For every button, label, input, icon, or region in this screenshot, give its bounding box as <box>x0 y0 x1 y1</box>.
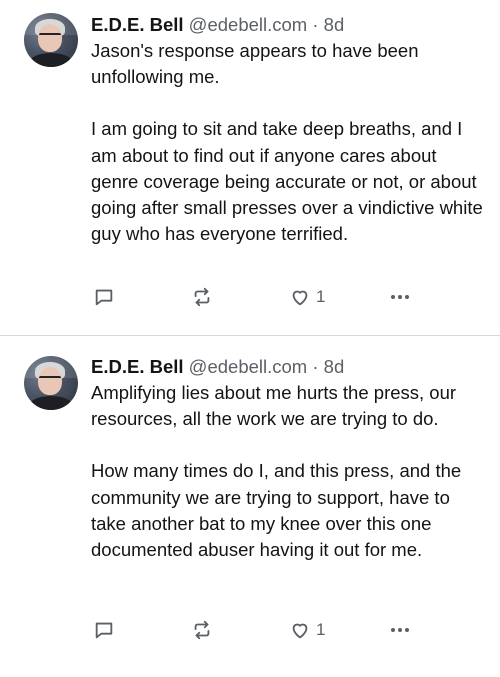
post-actions: 1 <box>92 619 412 643</box>
more-button[interactable] <box>388 619 412 641</box>
reply-icon <box>93 286 115 308</box>
header-separator: · <box>312 356 319 377</box>
author-name[interactable]: E.D.E. Bell <box>91 356 184 377</box>
author-handle[interactable]: @edebell.com <box>189 14 308 35</box>
boost-button[interactable] <box>191 619 213 641</box>
avatar[interactable] <box>24 356 78 410</box>
heart-icon <box>289 619 311 641</box>
author-handle[interactable]: @edebell.com <box>189 356 308 377</box>
author-name[interactable]: E.D.E. Bell <box>91 14 184 35</box>
header-separator: · <box>312 14 319 35</box>
post-actions: 1 <box>92 286 412 310</box>
more-button[interactable] <box>388 286 412 308</box>
post-feed: E.D.E. Bell @edebell.com · 8d Jason's re… <box>0 0 500 677</box>
post-content: Jason's response appears to have been un… <box>91 38 486 247</box>
favorite-count: 1 <box>316 287 326 306</box>
reply-button[interactable] <box>93 619 115 641</box>
post-timestamp[interactable]: 8d <box>324 356 345 377</box>
favorite-count: 1 <box>316 620 326 639</box>
post[interactable]: E.D.E. Bell @edebell.com · 8d Jason's re… <box>0 0 500 323</box>
post-paragraph: Jason's response appears to have been un… <box>91 40 419 88</box>
post-header: E.D.E. Bell @edebell.com · 8d <box>91 12 482 38</box>
heart-icon <box>289 286 311 308</box>
favorite-button[interactable]: 1 <box>289 286 325 308</box>
reply-icon <box>93 619 115 641</box>
more-icon <box>388 619 412 641</box>
boost-button[interactable] <box>191 286 213 308</box>
reply-button[interactable] <box>93 286 115 308</box>
post-header: E.D.E. Bell @edebell.com · 8d <box>91 354 482 380</box>
boost-icon <box>191 619 213 641</box>
more-icon <box>388 286 412 308</box>
post-paragraph: How many times do I, and this press, and… <box>91 460 462 561</box>
post-timestamp[interactable]: 8d <box>324 14 345 35</box>
post-content: Amplifying lies about me hurts the press… <box>91 380 486 563</box>
boost-icon <box>191 286 213 308</box>
avatar[interactable] <box>24 13 78 67</box>
favorite-button[interactable]: 1 <box>289 619 325 641</box>
post-paragraph: Amplifying lies about me hurts the press… <box>91 382 457 430</box>
post-paragraph: I am going to sit and take deep breaths,… <box>91 118 483 245</box>
